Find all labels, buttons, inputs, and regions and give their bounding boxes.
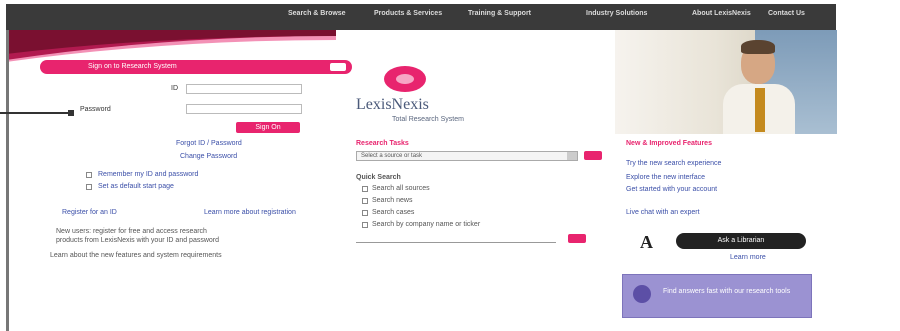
brand-name: LexisNexis — [356, 96, 429, 113]
search-option-4-radio[interactable] — [362, 222, 368, 228]
search-option-1-radio[interactable] — [362, 186, 368, 192]
password-field[interactable] — [186, 104, 302, 114]
hero-photo — [615, 30, 837, 134]
search-option-1-label: Search all sources — [372, 185, 430, 192]
notice-line-1: New users: register for free and access … — [56, 228, 207, 235]
nav-item-about[interactable]: About LexisNexis — [692, 10, 751, 17]
research-task-select-value: Select a source or task — [361, 153, 423, 159]
brand-tagline: Total Research System — [392, 116, 464, 123]
notice-line-3: Learn about the new features and system … — [50, 252, 222, 259]
badge-caption[interactable]: Learn more — [730, 254, 766, 262]
notice-line-2: products from LexisNexis with your ID an… — [56, 237, 220, 244]
chevron-down-icon — [567, 152, 577, 160]
search-icon — [633, 285, 651, 303]
quick-search-title: Quick Search — [356, 174, 401, 181]
pointer-line — [0, 112, 70, 114]
photo-hair — [741, 40, 775, 54]
top-navigation-bar: Search & Browse Products & Services Trai… — [6, 4, 836, 30]
left-page-rule — [6, 30, 9, 331]
quick-search-input[interactable] — [356, 235, 556, 243]
feature-link-4[interactable]: Live chat with an expert — [626, 209, 700, 217]
search-option-3-label: Search cases — [372, 209, 415, 216]
default-page-checkbox[interactable] — [86, 184, 92, 190]
register-link[interactable]: Register for an ID — [62, 209, 117, 217]
remember-label: Remember my ID and password — [98, 171, 199, 178]
quick-search-go-button[interactable] — [568, 234, 586, 243]
password-label: Password — [80, 106, 111, 113]
login-arrow-icon[interactable] — [330, 63, 346, 71]
research-tasks-title: Research Tasks — [356, 140, 409, 147]
nav-item-products[interactable]: Products & Services — [374, 10, 442, 17]
badge-letter: A — [640, 232, 653, 252]
nav-item-industry[interactable]: Industry Solutions — [586, 10, 647, 17]
ask-librarian-badge[interactable]: Ask a Librarian — [676, 233, 806, 249]
research-go-button[interactable] — [584, 151, 602, 160]
login-banner: Sign on to Research System — [40, 60, 352, 74]
decorative-swoosh — [6, 30, 336, 62]
promo-label: Find answers fast with our research tool… — [663, 288, 791, 295]
id-field[interactable] — [186, 84, 302, 94]
default-page-label: Set as default start page — [98, 183, 174, 190]
id-label: ID — [171, 85, 178, 92]
search-option-2-radio[interactable] — [362, 198, 368, 204]
features-title: New & Improved Features — [626, 140, 712, 147]
promo-box[interactable]: Find answers fast with our research tool… — [622, 274, 812, 318]
photo-tie — [755, 88, 765, 132]
nav-item-contact[interactable]: Contact Us — [768, 10, 805, 17]
research-task-select[interactable]: Select a source or task — [356, 151, 578, 161]
forgot-password-link[interactable]: Forgot ID / Password — [176, 140, 242, 148]
feature-link-2[interactable]: Explore the new interface — [626, 174, 705, 182]
login-banner-label: Sign on to Research System — [88, 63, 177, 70]
search-option-4-label: Search by company name or ticker — [372, 221, 481, 228]
pointer-dot — [68, 110, 74, 116]
change-password-link[interactable]: Change Password — [180, 153, 237, 161]
search-option-2-label: Search news — [372, 197, 413, 204]
sign-on-button[interactable]: Sign On — [236, 122, 300, 133]
feature-link-3[interactable]: Get started with your account — [626, 186, 717, 194]
search-option-3-radio[interactable] — [362, 210, 368, 216]
nav-item-training[interactable]: Training & Support — [468, 10, 531, 17]
feature-link-1[interactable]: Try the new search experience — [626, 160, 721, 168]
remember-checkbox[interactable] — [86, 172, 92, 178]
learn-registration-link[interactable]: Learn more about registration — [204, 209, 296, 217]
nav-item-search[interactable]: Search & Browse — [288, 10, 346, 17]
lexisnexis-logo-icon — [384, 66, 426, 92]
